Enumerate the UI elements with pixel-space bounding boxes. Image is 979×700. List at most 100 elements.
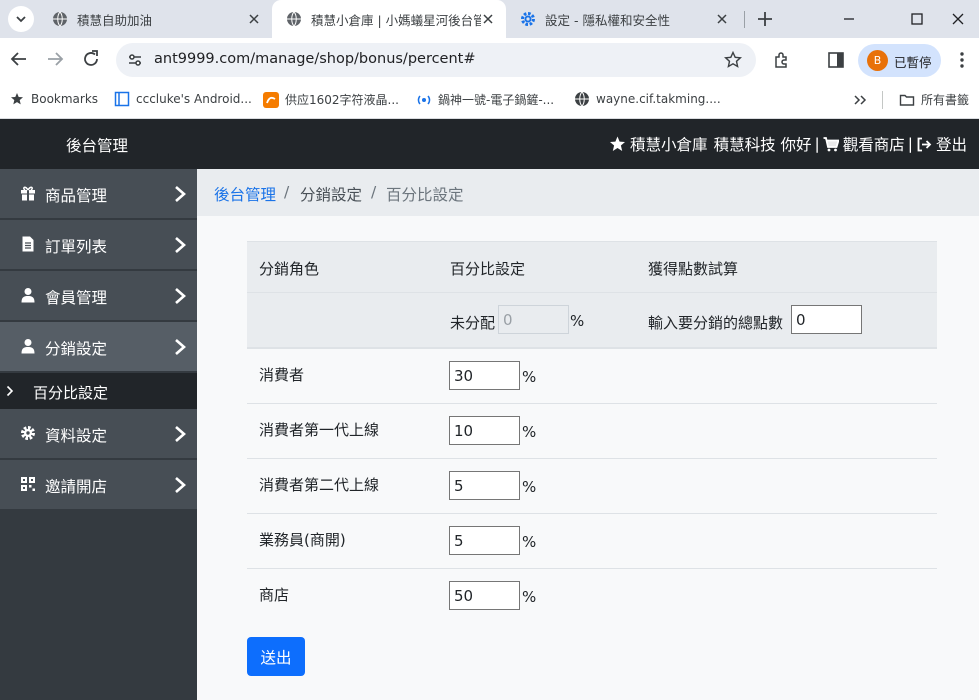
avatar: B (867, 50, 888, 71)
star-icon (9, 91, 25, 107)
bookmarks-bar: Bookmarks cccluke's Android... 供应1602字符液… (0, 83, 979, 119)
app-header: 後台管理 積慧小倉庫 積慧科技 你好 | 觀看商店 | 登出 (0, 119, 979, 169)
breadcrumb-current: 百分比設定 (386, 186, 464, 204)
signal-icon (416, 92, 432, 108)
browser-tab-bar: 積慧自助加油 積慧小倉庫 | 小媽蟻星河後台管 設定 - 隱私權和安全性 (0, 0, 979, 38)
sidebar-item-orders[interactable]: 訂單列表 (0, 220, 197, 270)
sidebar-subitem-percent[interactable]: 百分比設定 (0, 373, 197, 409)
bookmark-item[interactable]: 鍋神一號-電子鍋鏟-... (416, 91, 554, 108)
logout-icon (917, 137, 932, 151)
maximize-icon[interactable] (904, 6, 930, 32)
url-text: ant9999.com/manage/shop/bonus/percent# (154, 51, 476, 67)
profile-button[interactable]: B 已暫停 (858, 44, 941, 77)
column-header: 百分比設定 (450, 260, 526, 278)
globe-icon (574, 91, 590, 107)
percent-sign: % (522, 368, 537, 386)
new-tab-icon[interactable] (755, 9, 775, 29)
role-label: 消費者 (259, 366, 305, 384)
more-menu-icon[interactable] (952, 50, 972, 70)
close-tab-icon[interactable] (246, 11, 262, 27)
settings-gear-icon (521, 12, 535, 26)
store-name[interactable]: 積慧小倉庫 (630, 133, 708, 155)
role-label: 消費者第一代上線 (259, 421, 380, 439)
browser-tab-2[interactable]: 積慧小倉庫 | 小媽蟻星河後台管 (272, 0, 506, 38)
browser-tab-1[interactable]: 積慧自助加油 (38, 0, 272, 38)
browser-tab-3[interactable]: 設定 - 隱私權和安全性 (506, 0, 740, 38)
table-row: 消費者 % (247, 348, 937, 403)
sidebar-item-members[interactable]: 會員管理 (0, 271, 197, 321)
total-points-input[interactable] (791, 305, 862, 334)
side-panel-icon[interactable] (826, 50, 846, 70)
summary-row: 未分配 % 輸入要分銷的總點數 (247, 292, 937, 348)
site-info-icon[interactable] (127, 52, 143, 68)
shop-logo-icon (263, 91, 279, 108)
percent-input-salesperson[interactable] (449, 526, 520, 555)
close-window-icon[interactable] (945, 6, 971, 32)
header-separator: | (814, 135, 820, 153)
role-label: 業務員(商開) (259, 531, 346, 549)
table-row: 消費者第一代上線 % (247, 403, 937, 458)
extensions-icon[interactable] (772, 50, 792, 70)
chevron-right-icon (175, 237, 186, 253)
brand-title[interactable]: 後台管理 (66, 134, 128, 156)
unassigned-label: 未分配 (450, 314, 496, 332)
chevron-right-icon (175, 339, 186, 355)
chevron-right-icon (175, 426, 186, 442)
view-store-link[interactable]: 觀看商店 (843, 133, 905, 155)
tab-title: 設定 - 隱私權和安全性 (545, 12, 670, 28)
minimize-icon[interactable] (836, 6, 862, 32)
sidebar: 商品管理 訂單列表 會員管理 分銷設定 百分比設定 資料設定 邀請開店 (0, 169, 197, 700)
sidebar-item-data-settings[interactable]: 資料設定 (0, 409, 197, 459)
percent-input-consumer[interactable] (449, 361, 520, 390)
forward-arrow-icon[interactable] (44, 48, 66, 70)
bookmark-item[interactable]: wayne.cif.takming.... (574, 91, 721, 107)
submit-button[interactable]: 送出 (247, 637, 305, 676)
percent-sign: % (522, 533, 537, 551)
qrcode-icon (21, 477, 35, 491)
address-bar[interactable]: ant9999.com/manage/shop/bonus/percent# (116, 43, 756, 77)
role-label: 消費者第二代上線 (259, 476, 380, 494)
percent-sign: % (522, 478, 537, 496)
total-points-label: 輸入要分銷的總點數 (648, 314, 784, 332)
more-bookmarks-icon[interactable] (852, 92, 868, 108)
breadcrumb-separator: / (371, 183, 377, 201)
role-label: 商店 (259, 586, 290, 604)
sidebar-item-invite[interactable]: 邀請開店 (0, 460, 197, 510)
chevron-right-icon (175, 186, 186, 202)
logout-link[interactable]: 登出 (936, 133, 967, 155)
chevron-right-icon (175, 288, 186, 304)
bookmark-label: 供应1602字符液晶... (285, 93, 399, 107)
folder-icon (899, 92, 915, 108)
bookmark-label: 鍋神一號-電子鍋鏟-... (438, 93, 555, 107)
table-row: 商店 % (247, 568, 937, 623)
reload-icon[interactable] (80, 48, 102, 70)
gift-icon (21, 186, 35, 201)
sidebar-item-label: 訂單列表 (45, 238, 108, 256)
percent-input-upline-1[interactable] (449, 416, 520, 445)
sidebar-item-label: 會員管理 (45, 289, 108, 307)
user-icon (21, 339, 35, 354)
sidebar-item-products[interactable]: 商品管理 (0, 169, 197, 219)
file-icon (22, 236, 34, 252)
close-tab-icon[interactable] (714, 11, 730, 27)
breadcrumb-separator: / (284, 183, 290, 201)
column-header: 獲得點數試算 (648, 260, 739, 278)
percent-input-upline-2[interactable] (449, 471, 520, 500)
bookmark-item[interactable]: cccluke's Android... (114, 91, 252, 107)
tab-title: 積慧小倉庫 | 小媽蟻星河後台管 (311, 12, 481, 28)
chevron-right-icon (175, 477, 186, 493)
bookmark-item[interactable]: Bookmarks (9, 91, 98, 107)
percent-input-store[interactable] (449, 581, 520, 610)
sidebar-item-distribution[interactable]: 分銷設定 (0, 322, 197, 372)
sidebar-item-label: 分銷設定 (45, 340, 108, 358)
tab-separator (744, 11, 745, 28)
bookmark-label: wayne.cif.takming.... (596, 92, 721, 106)
back-arrow-icon[interactable] (8, 48, 30, 70)
bookmark-star-icon[interactable] (724, 51, 742, 69)
all-bookmarks-item[interactable]: 所有書籤 (899, 91, 969, 108)
tab-search-button[interactable] (8, 6, 34, 32)
globe-icon (53, 11, 67, 27)
breadcrumb-home-link[interactable]: 後台管理 (214, 183, 276, 205)
close-tab-icon[interactable] (480, 11, 496, 27)
bookmark-item[interactable]: 供应1602字符液晶... (263, 91, 399, 108)
